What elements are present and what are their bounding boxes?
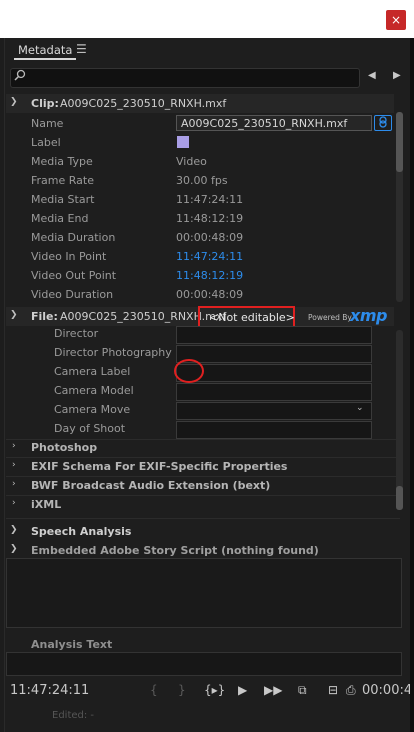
embedded-script-label[interactable]: Embedded Adobe Story Script (nothing fou… bbox=[31, 544, 319, 557]
window-titlebar bbox=[0, 0, 414, 38]
clip-name-header: A009C025_230510_RNXH.mxf bbox=[60, 97, 227, 110]
window-close-button[interactable]: × bbox=[386, 10, 406, 30]
analysis-text-area[interactable] bbox=[6, 652, 402, 676]
divider bbox=[6, 457, 400, 458]
chevron-down-icon: ❯ bbox=[10, 310, 18, 320]
highlight-circle bbox=[174, 359, 204, 383]
camera-model-field[interactable] bbox=[176, 383, 372, 401]
play-in-to-out-button[interactable]: ▶▶ bbox=[264, 683, 282, 697]
tab-underline bbox=[14, 58, 76, 60]
row-label-day-of-shoot: Day of Shoot bbox=[54, 422, 126, 435]
row-label-label: Label bbox=[31, 136, 61, 149]
overwrite-icon[interactable]: ⊟ bbox=[328, 683, 338, 697]
camera-move-dropdown[interactable] bbox=[176, 402, 372, 420]
media-start-value: 11:47:24:11 bbox=[176, 193, 244, 206]
search-input[interactable] bbox=[10, 68, 360, 88]
section-bwf[interactable]: BWF Broadcast Audio Extension (bext) bbox=[31, 479, 270, 492]
director-photography-field[interactable] bbox=[176, 345, 372, 363]
panel-menu-icon[interactable]: ☰ bbox=[76, 42, 87, 56]
row-label-media-duration: Media Duration bbox=[31, 231, 116, 244]
mark-in-button[interactable]: { bbox=[150, 683, 158, 697]
section-ixml[interactable]: iXML bbox=[31, 498, 61, 511]
row-label-video-in-point: Video In Point bbox=[31, 250, 107, 263]
row-label-director-photography: Director Photography bbox=[54, 346, 172, 359]
frame-rate-value: 30.00 fps bbox=[176, 174, 228, 187]
row-label-media-type: Media Type bbox=[31, 155, 93, 168]
xmp-logo: xmp bbox=[350, 306, 387, 325]
next-result-button[interactable]: ▶ bbox=[393, 70, 401, 81]
chevron-right-icon: › bbox=[12, 460, 16, 470]
media-end-value: 11:48:12:19 bbox=[176, 212, 244, 225]
clip-name-field[interactable]: A009C025_230510_RNXH.mxf bbox=[176, 115, 372, 131]
section-exif[interactable]: EXIF Schema For EXIF-Specific Properties bbox=[31, 460, 287, 473]
export-icon[interactable]: ⎙ bbox=[346, 683, 356, 698]
video-out-point-value[interactable]: 11:48:12:19 bbox=[176, 269, 243, 282]
divider bbox=[6, 439, 400, 440]
chevron-down-icon: ⌄ bbox=[356, 403, 364, 413]
file-section-label: File: bbox=[31, 310, 58, 323]
analysis-text-label: Analysis Text bbox=[31, 638, 113, 651]
divider bbox=[6, 518, 400, 519]
speech-text-area[interactable] bbox=[6, 558, 402, 628]
window-edge bbox=[410, 38, 414, 732]
row-label-frame-rate: Frame Rate bbox=[31, 174, 94, 187]
row-label-camera-move: Camera Move bbox=[54, 403, 131, 416]
tab-metadata[interactable]: Metadata bbox=[18, 43, 72, 57]
current-timecode[interactable]: 11:47:24:11 bbox=[10, 683, 89, 698]
day-of-shoot-field[interactable] bbox=[176, 421, 372, 439]
chevron-down-icon: ❯ bbox=[10, 525, 18, 535]
row-label-director: Director bbox=[54, 327, 99, 340]
clip-section-label: Clip: bbox=[31, 97, 59, 110]
search-icon bbox=[14, 69, 26, 84]
media-type-value: Video bbox=[176, 155, 207, 168]
link-icon[interactable] bbox=[374, 115, 392, 131]
insert-icon[interactable]: ⧉ bbox=[298, 683, 307, 698]
duration-timecode[interactable]: 00:00:4 bbox=[362, 683, 412, 698]
row-label-name: Name bbox=[31, 117, 64, 130]
row-label-media-end: Media End bbox=[31, 212, 89, 225]
section-photoshop[interactable]: Photoshop bbox=[31, 441, 97, 454]
speech-analysis-label[interactable]: Speech Analysis bbox=[31, 525, 131, 538]
video-in-point-value[interactable]: 11:47:24:11 bbox=[176, 250, 243, 263]
video-duration-value: 00:00:48:09 bbox=[176, 288, 244, 301]
chevron-down-icon: ❯ bbox=[10, 544, 18, 554]
row-label-camera-model: Camera Model bbox=[54, 384, 134, 397]
previous-result-button[interactable]: ◀ bbox=[368, 70, 376, 81]
media-duration-value: 00:00:48:09 bbox=[176, 231, 244, 244]
play-button[interactable]: ▶ bbox=[238, 683, 247, 697]
director-field[interactable] bbox=[176, 326, 372, 344]
chevron-down-icon: ❯ bbox=[10, 97, 18, 107]
edited-status: Edited: - bbox=[52, 710, 95, 721]
go-to-in-out-button[interactable]: {▸} bbox=[204, 683, 225, 697]
not-editable-label: <Not editable> bbox=[209, 311, 295, 324]
mark-out-button[interactable]: } bbox=[178, 683, 186, 697]
chevron-right-icon: › bbox=[12, 498, 16, 508]
chevron-right-icon: › bbox=[12, 441, 16, 451]
row-label-video-out-point: Video Out Point bbox=[31, 269, 117, 282]
row-label-video-duration: Video Duration bbox=[31, 288, 114, 301]
row-label-camera-label: Camera Label bbox=[54, 365, 131, 378]
camera-label-field[interactable] bbox=[176, 364, 372, 382]
clip-scrollbar-thumb[interactable] bbox=[396, 112, 403, 172]
row-label-media-start: Media Start bbox=[31, 193, 95, 206]
powered-by-label: Powered By bbox=[308, 313, 352, 322]
file-scrollbar-thumb[interactable] bbox=[396, 486, 403, 510]
divider bbox=[6, 495, 400, 496]
chevron-right-icon: › bbox=[12, 479, 16, 489]
label-color-swatch[interactable] bbox=[177, 136, 189, 148]
file-scrollbar[interactable] bbox=[396, 330, 403, 510]
divider bbox=[6, 476, 400, 477]
